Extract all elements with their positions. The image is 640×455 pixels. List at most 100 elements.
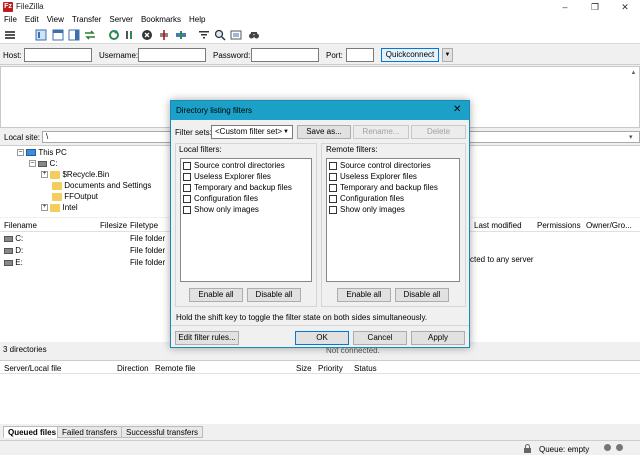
apply-button[interactable]: Apply xyxy=(411,331,465,345)
process-queue-icon[interactable] xyxy=(124,29,136,41)
local-filter-temporary-backup[interactable]: Temporary and backup files xyxy=(183,182,292,193)
drive-icon xyxy=(4,247,13,254)
remote-filter-useless-explorer[interactable]: Useless Explorer files xyxy=(329,171,417,182)
checkbox[interactable] xyxy=(183,205,191,214)
checkbox[interactable] xyxy=(329,205,337,214)
refresh-icon[interactable] xyxy=(108,29,120,41)
column-priority[interactable]: Priority xyxy=(318,364,343,373)
remote-site-dropdown-icon[interactable]: ▾ xyxy=(629,133,633,141)
tab-queued-files[interactable]: Queued files xyxy=(3,426,62,438)
menu-file[interactable]: File xyxy=(0,14,21,26)
column-remote-file[interactable]: Remote file xyxy=(155,364,195,373)
port-input[interactable] xyxy=(346,48,374,62)
remote-filter-temporary-backup[interactable]: Temporary and backup files xyxy=(329,182,438,193)
checkbox[interactable] xyxy=(329,194,337,203)
menu-edit[interactable]: Edit xyxy=(21,14,43,26)
toggle-remote-tree-icon[interactable] xyxy=(68,29,80,41)
menu-server[interactable]: Server xyxy=(105,14,137,26)
menu-bookmarks[interactable]: Bookmarks xyxy=(137,14,185,26)
remote-filter-images[interactable]: Show only images xyxy=(329,204,405,215)
remote-disable-all-button[interactable]: Disable all xyxy=(395,288,449,302)
rename-button[interactable]: Rename... xyxy=(353,125,409,139)
ok-button[interactable]: OK xyxy=(295,331,349,345)
host-input[interactable] xyxy=(24,48,92,62)
tab-failed-transfers[interactable]: Failed transfers xyxy=(57,426,123,438)
checkbox[interactable] xyxy=(183,194,191,203)
column-direction[interactable]: Direction xyxy=(117,364,149,373)
scroll-up-arrow-icon[interactable]: ▲ xyxy=(629,70,638,78)
transfer-indicator-icon xyxy=(604,444,611,451)
table-row[interactable]: E: File folder xyxy=(0,257,168,268)
queue-list xyxy=(0,374,640,424)
checkbox[interactable] xyxy=(183,183,191,192)
cancel-icon[interactable] xyxy=(141,29,153,41)
column-filesize[interactable]: Filesize xyxy=(100,221,127,230)
column-size[interactable]: Size xyxy=(296,364,312,373)
table-row[interactable]: D: File folder xyxy=(0,245,168,256)
edit-filter-rules-button[interactable]: Edit filter rules... xyxy=(175,331,239,345)
delete-button[interactable]: Delete xyxy=(411,125,466,139)
local-filters-label: Local filters: xyxy=(179,145,222,154)
checkbox[interactable] xyxy=(329,183,337,192)
quickconnect-dropdown-button[interactable]: ▼ xyxy=(442,48,453,62)
filter-icon[interactable] xyxy=(198,29,210,41)
checkbox[interactable] xyxy=(183,161,191,170)
toggle-queue-icon[interactable] xyxy=(84,29,96,41)
column-status[interactable]: Status xyxy=(354,364,377,373)
tab-successful-transfers[interactable]: Successful transfers xyxy=(121,426,204,438)
quickconnect-button[interactable]: Quickconnect xyxy=(381,48,439,62)
remote-enable-all-button[interactable]: Enable all xyxy=(337,288,391,302)
tree-item[interactable]: FFOutput xyxy=(52,191,98,202)
checkbox[interactable] xyxy=(329,172,337,181)
tree-item[interactable]: – C: xyxy=(29,158,57,169)
column-filetype[interactable]: Filetype xyxy=(130,221,158,230)
local-filter-configuration[interactable]: Configuration files xyxy=(183,193,258,204)
minimize-button[interactable]: – xyxy=(550,0,580,14)
username-input[interactable] xyxy=(138,48,206,62)
menu-transfer[interactable]: Transfer xyxy=(68,14,106,26)
local-filter-images[interactable]: Show only images xyxy=(183,204,259,215)
dialog-close-icon[interactable]: ✕ xyxy=(453,104,461,115)
password-input[interactable] xyxy=(251,48,319,62)
disconnect-icon[interactable] xyxy=(158,29,170,41)
filter-sets-label: Filter sets: xyxy=(175,128,212,137)
close-window-button[interactable]: ✕ xyxy=(610,0,640,14)
site-manager-icon[interactable] xyxy=(4,29,16,41)
expand-icon[interactable]: + xyxy=(41,171,48,179)
local-disable-all-button[interactable]: Disable all xyxy=(247,288,301,302)
column-server-local-file[interactable]: Server/Local file xyxy=(4,364,61,373)
maximize-button[interactable]: ❐ xyxy=(580,0,610,14)
table-row[interactable]: C: File folder xyxy=(0,233,168,244)
search-remote-icon[interactable] xyxy=(248,29,260,41)
expand-icon[interactable]: + xyxy=(41,204,48,212)
save-as-button[interactable]: Save as... xyxy=(297,125,351,139)
checkbox[interactable] xyxy=(329,161,337,170)
column-last-modified[interactable]: Last modified xyxy=(474,221,522,230)
menu-view[interactable]: View xyxy=(43,14,68,26)
checkbox[interactable] xyxy=(183,172,191,181)
column-filename[interactable]: Filename xyxy=(4,221,37,230)
collapse-icon[interactable]: – xyxy=(29,160,36,168)
reconnect-icon[interactable] xyxy=(175,29,187,41)
column-owner-group[interactable]: Owner/Gro... xyxy=(586,221,632,230)
sync-browsing-icon[interactable] xyxy=(230,29,242,41)
tree-item[interactable]: – This PC xyxy=(17,147,67,158)
filter-set-select[interactable]: <Custom filter set> ▼ xyxy=(211,125,293,139)
tree-item[interactable]: + Intel xyxy=(41,202,78,213)
menu-help[interactable]: Help xyxy=(185,14,209,26)
tree-item[interactable]: Documents and Settings xyxy=(52,180,151,191)
file-type: File folder xyxy=(130,246,166,255)
remote-filter-configuration[interactable]: Configuration files xyxy=(329,193,404,204)
column-permissions[interactable]: Permissions xyxy=(537,221,581,230)
remote-filter-source-control[interactable]: Source control directories xyxy=(329,160,431,171)
toggle-tree-icon[interactable] xyxy=(52,29,64,41)
local-filter-useless-explorer[interactable]: Useless Explorer files xyxy=(183,171,271,182)
directory-comparison-icon[interactable] xyxy=(214,29,226,41)
local-enable-all-button[interactable]: Enable all xyxy=(189,288,243,302)
cancel-button[interactable]: Cancel xyxy=(353,331,407,345)
collapse-icon[interactable]: – xyxy=(17,149,24,157)
tree-item[interactable]: + $Recycle.Bin xyxy=(41,169,109,180)
local-filter-source-control[interactable]: Source control directories xyxy=(183,160,285,171)
toggle-log-icon[interactable] xyxy=(35,29,47,41)
dialog-title: Directory listing filters xyxy=(176,106,253,115)
